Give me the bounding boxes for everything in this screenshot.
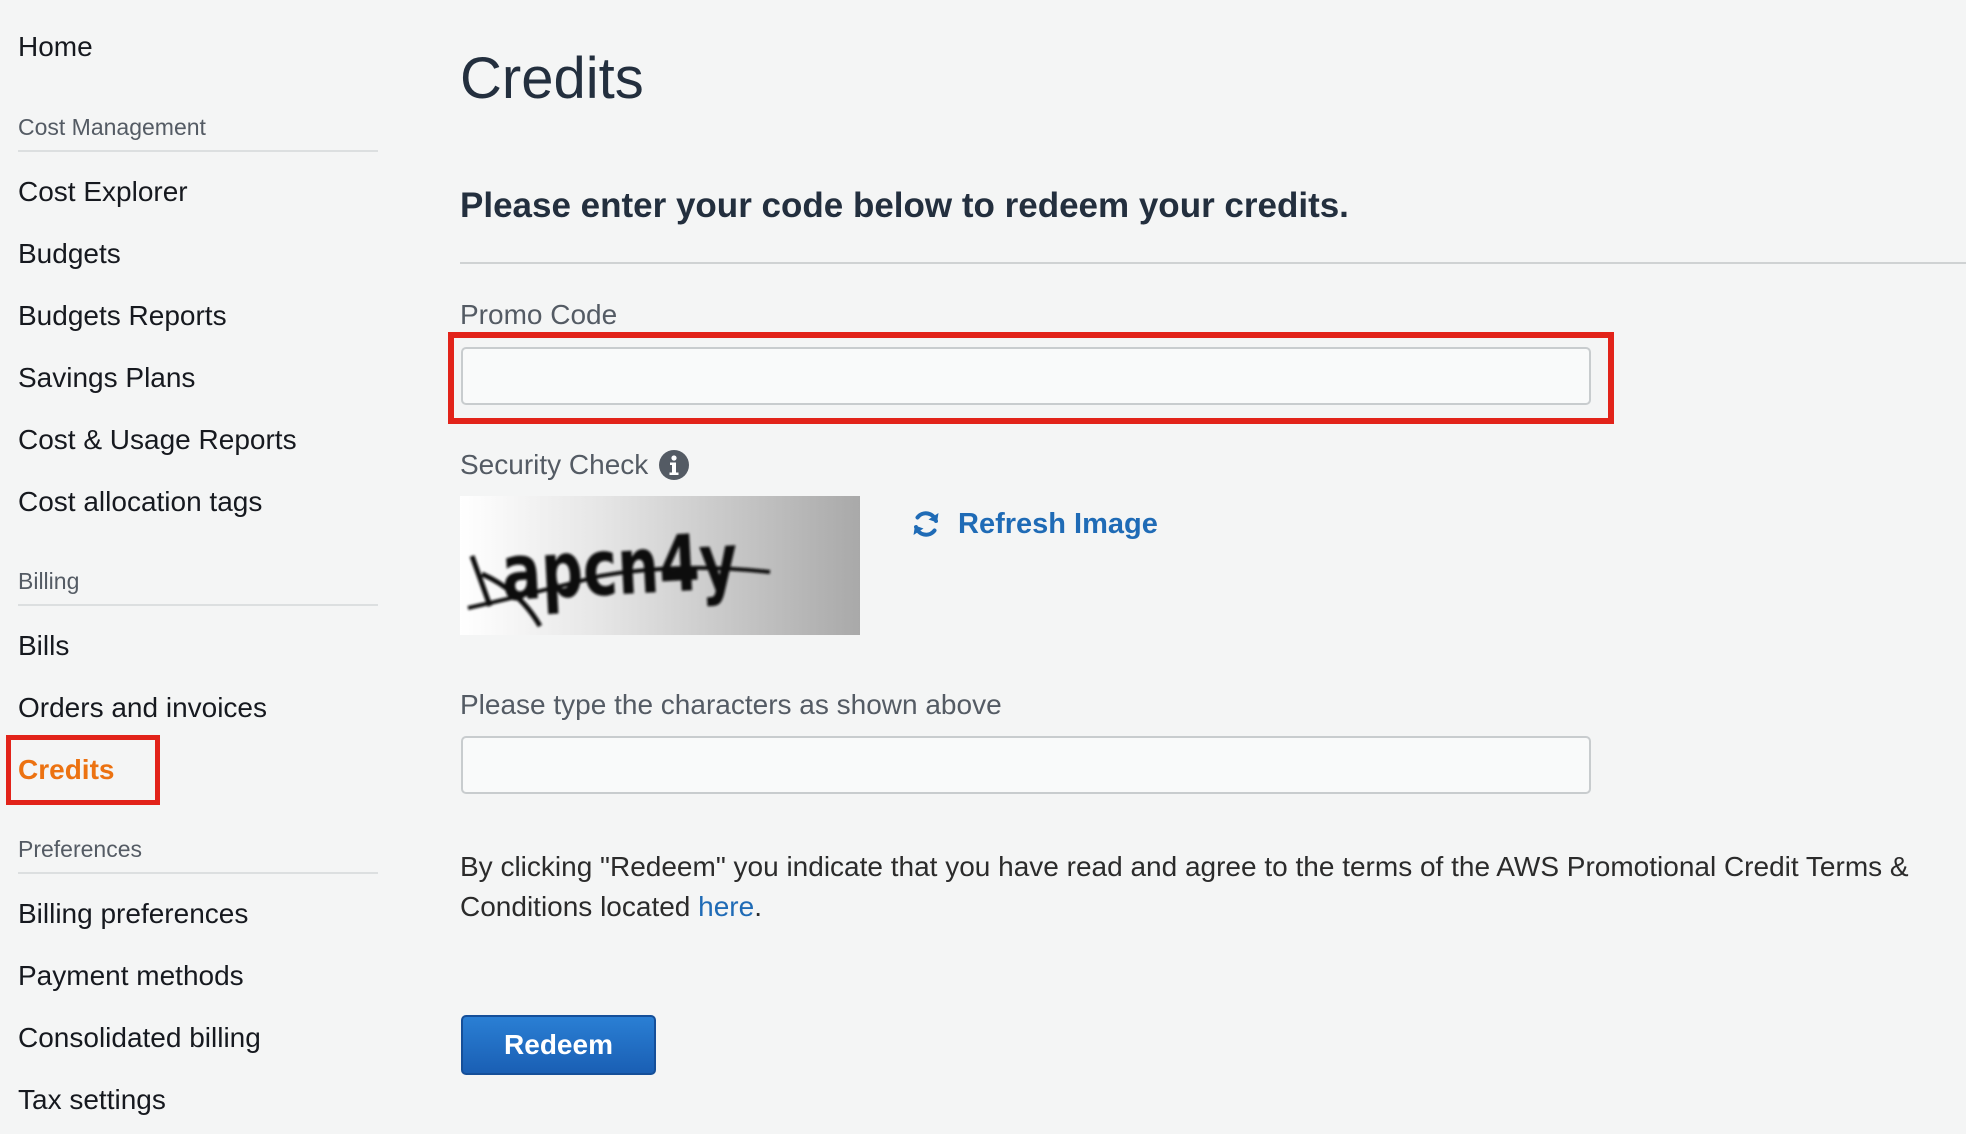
section-divider (18, 872, 378, 874)
sidebar-item-payment-methods[interactable]: Payment methods (18, 959, 244, 993)
refresh-icon (913, 511, 939, 537)
highlight-box-promo-code (448, 332, 1614, 424)
sidebar-item-savings-plans[interactable]: Savings Plans (18, 361, 195, 395)
security-check-label: Security Check (460, 449, 649, 480)
sidebar-item-cost-allocation-tags[interactable]: Cost allocation tags (18, 485, 262, 519)
redeem-button[interactable]: Redeem (461, 1015, 656, 1075)
sidebar-item-orders-invoices[interactable]: Orders and invoices (18, 691, 267, 725)
sidebar-item-cost-explorer[interactable]: Cost Explorer (18, 175, 188, 209)
section-divider (460, 262, 1966, 264)
sidebar-item-cost-usage-reports[interactable]: Cost & Usage Reports (18, 423, 297, 457)
terms-notice: By clicking "Redeem" you indicate that y… (460, 847, 1940, 927)
terms-text: By clicking "Redeem" you indicate that y… (460, 851, 1909, 922)
promo-code-label: Promo Code (460, 299, 618, 330)
captcha-input-label: Please type the characters as shown abov… (460, 689, 1002, 720)
section-heading-cost-management: Cost Management (18, 114, 206, 140)
terms-text-end: . (754, 891, 762, 922)
sidebar-item-bills[interactable]: Bills (18, 629, 69, 663)
main-content: Credits Please enter your code below to … (400, 0, 1966, 1134)
sidebar-item-billing-preferences[interactable]: Billing preferences (18, 897, 248, 931)
page-title: Credits (460, 46, 644, 111)
redeem-instructions-heading: Please enter your code below to redeem y… (460, 186, 1349, 225)
sidebar-item-budgets[interactable]: Budgets (18, 237, 121, 271)
captcha-image: apcn4y (460, 496, 860, 635)
sidebar-item-budgets-reports[interactable]: Budgets Reports (18, 299, 227, 333)
section-heading-preferences: Preferences (18, 836, 143, 862)
info-circle-icon[interactable] (658, 449, 690, 481)
highlight-box-credits (6, 735, 160, 805)
sidebar-item-tax-settings[interactable]: Tax settings (18, 1083, 166, 1117)
sidebar-nav: Home Cost Management Cost Explorer Budge… (0, 0, 400, 1134)
section-heading-billing: Billing (18, 568, 80, 594)
refresh-image-link[interactable]: Refresh Image (910, 506, 1158, 542)
terms-link[interactable]: here (698, 891, 754, 922)
section-divider (18, 150, 378, 152)
captcha-input[interactable] (461, 736, 1591, 794)
section-divider (18, 604, 378, 606)
sidebar-item-consolidated-billing[interactable]: Consolidated billing (18, 1021, 261, 1055)
sidebar-item-home[interactable]: Home (18, 30, 93, 64)
refresh-image-label: Refresh Image (958, 508, 1158, 540)
